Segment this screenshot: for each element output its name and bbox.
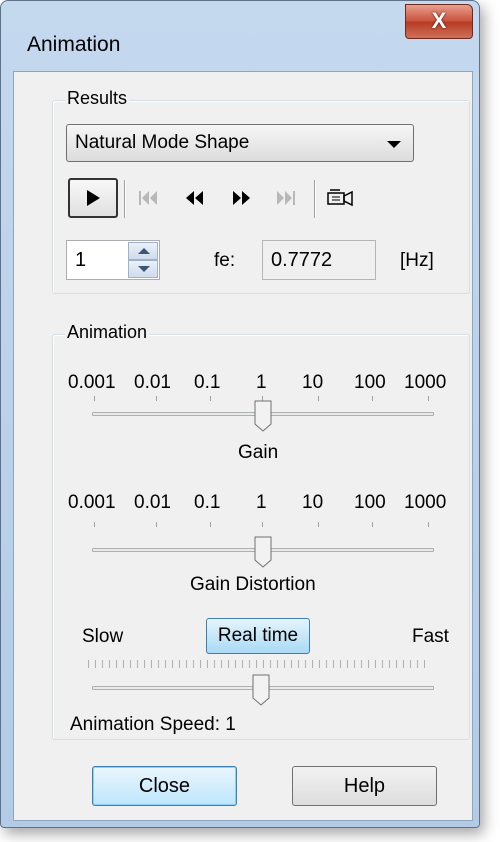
speed-tick-marks xyxy=(88,660,428,668)
fast-label: Fast xyxy=(412,626,449,647)
mode-number-value: 1 xyxy=(75,249,87,271)
toolbar-separator xyxy=(124,180,126,218)
help-button[interactable]: Help xyxy=(292,766,437,806)
gain-tick-label: 0.1 xyxy=(194,372,221,393)
tick-mark xyxy=(372,522,373,527)
tick-mark xyxy=(210,522,211,527)
distortion-tick-label: 1000 xyxy=(404,492,447,513)
gain-tick-label: 1 xyxy=(256,372,267,393)
gain-tick-label: 0.001 xyxy=(68,372,116,393)
skip-to-end-icon[interactable] xyxy=(276,190,296,206)
tick-mark xyxy=(210,396,211,401)
frequency-value-field: 0.7772 xyxy=(262,240,376,280)
step-back-icon[interactable] xyxy=(184,190,204,206)
spin-up-button[interactable] xyxy=(128,242,158,260)
step-forward-icon[interactable] xyxy=(232,190,252,206)
result-type-value: Natural Mode Shape xyxy=(75,132,250,153)
gain-slider-thumb[interactable] xyxy=(254,400,272,432)
real-time-button[interactable]: Real time xyxy=(206,618,310,654)
tick-mark xyxy=(156,396,157,401)
close-button[interactable]: Close xyxy=(92,766,237,806)
tick-mark xyxy=(94,396,95,401)
distortion-tick-label: 0.1 xyxy=(194,492,221,513)
gain-distortion-slider-thumb[interactable] xyxy=(254,536,272,568)
tick-mark xyxy=(428,522,429,527)
chevron-down-icon xyxy=(387,141,401,148)
toolbar-separator-2 xyxy=(314,180,316,218)
distortion-tick-label: 100 xyxy=(354,492,386,513)
chevron-down-icon xyxy=(138,266,150,272)
spin-down-button[interactable] xyxy=(128,260,158,278)
tick-mark xyxy=(156,522,157,527)
window-close-button[interactable]: X xyxy=(405,4,473,39)
tick-mark xyxy=(262,522,263,527)
gain-distortion-label: Gain Distortion xyxy=(190,574,316,595)
video-camera-icon[interactable] xyxy=(326,186,354,208)
gain-tick-label: 1000 xyxy=(404,372,447,393)
tick-mark xyxy=(428,396,429,401)
tick-mark xyxy=(318,522,319,527)
gain-tick-label: 10 xyxy=(302,372,324,393)
frequency-value: 0.7772 xyxy=(271,249,333,271)
play-icon xyxy=(87,190,100,206)
result-type-dropdown[interactable]: Natural Mode Shape xyxy=(66,124,414,162)
results-group-label: Results xyxy=(65,88,130,109)
chevron-up-icon xyxy=(138,248,150,254)
tick-mark xyxy=(372,396,373,401)
window-title: Animation xyxy=(27,33,121,56)
frequency-label: fe: xyxy=(214,250,236,271)
tick-mark xyxy=(94,522,95,527)
frequency-unit: [Hz] xyxy=(400,250,434,271)
gain-tick-label: 100 xyxy=(354,372,386,393)
gain-label: Gain xyxy=(238,442,279,463)
gain-tick-label: 0.01 xyxy=(134,372,171,393)
tick-mark xyxy=(318,396,319,401)
distortion-tick-label: 0.01 xyxy=(134,492,171,513)
distortion-tick-label: 1 xyxy=(256,492,267,513)
mode-number-spinner[interactable] xyxy=(128,242,158,278)
animation-speed-status: Animation Speed: 1 xyxy=(70,714,236,735)
skip-to-start-icon[interactable] xyxy=(138,190,158,206)
distortion-tick-label: 10 xyxy=(302,492,324,513)
distortion-tick-label: 0.001 xyxy=(68,492,116,513)
speed-slider-thumb[interactable] xyxy=(252,674,270,706)
animation-group-label: Animation xyxy=(65,322,150,343)
play-button[interactable] xyxy=(68,178,118,218)
slow-label: Slow xyxy=(82,626,124,647)
